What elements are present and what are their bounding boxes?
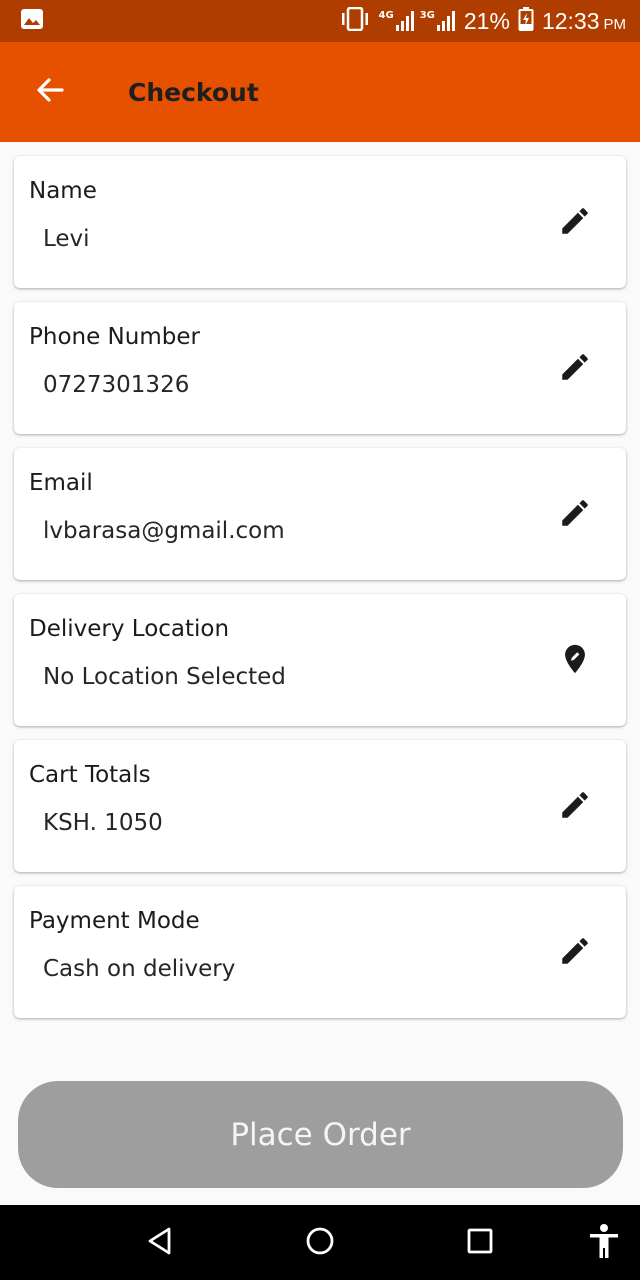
name-card: Name Levi [14, 156, 626, 288]
name-label: Name [29, 178, 97, 204]
checkout-screen: 4G 3G 21% 12:33 PM Checkout Name Levi Ph… [0, 0, 640, 1280]
network-type-4g: 4G [378, 10, 394, 21]
edit-name-button[interactable] [554, 202, 596, 244]
system-nav-bar [0, 1205, 640, 1280]
signal-icon: 4G 3G [379, 10, 456, 32]
vibrate-icon [339, 6, 371, 35]
edit-email-button[interactable] [554, 494, 596, 536]
clock-time: 12:33 [541, 7, 600, 34]
name-value: Levi [43, 226, 90, 252]
battery-charging-icon [518, 7, 534, 35]
location-pin-icon [558, 642, 592, 680]
edit-payment-mode-button[interactable] [554, 932, 596, 974]
edit-phone-button[interactable] [554, 348, 596, 390]
payment-mode-card: Payment Mode Cash on delivery [14, 886, 626, 1018]
select-location-button[interactable] [554, 640, 596, 682]
network-type-3g: 3G [419, 10, 435, 21]
cart-totals-value: KSH. 1050 [43, 810, 163, 836]
clock-ampm: PM [603, 15, 627, 33]
delivery-location-label: Delivery Location [29, 616, 230, 642]
nav-home-button[interactable] [300, 1223, 340, 1263]
pencil-icon [558, 204, 592, 242]
arrow-left-icon [34, 74, 66, 110]
back-button[interactable] [20, 62, 80, 122]
edit-cart-totals-button[interactable] [554, 786, 596, 828]
phone-card: Phone Number 0727301326 [14, 302, 626, 434]
app-bar: Checkout [0, 42, 640, 142]
email-label: Email [29, 470, 93, 496]
email-value: lvbarasa@gmail.com [43, 518, 285, 544]
phone-value: 0727301326 [43, 372, 190, 398]
payment-mode-label: Payment Mode [29, 908, 200, 934]
home-circle-icon [305, 1226, 335, 1260]
pencil-icon [558, 788, 592, 826]
image-icon [20, 8, 44, 34]
phone-label: Phone Number [29, 324, 200, 350]
checkout-fields: Name Levi Phone Number 0727301326 Email … [14, 156, 626, 1032]
delivery-location-value: No Location Selected [43, 664, 286, 690]
pencil-icon [558, 934, 592, 972]
back-triangle-icon [146, 1226, 174, 1260]
delivery-location-card: Delivery Location No Location Selected [14, 594, 626, 726]
email-card: Email lvbarasa@gmail.com [14, 448, 626, 580]
payment-mode-value: Cash on delivery [43, 956, 236, 982]
cart-totals-label: Cart Totals [29, 762, 151, 788]
accessibility-icon [587, 1223, 621, 1263]
status-bar: 4G 3G 21% 12:33 PM [0, 0, 640, 42]
clock: 12:33 PM [542, 8, 626, 35]
cart-totals-card: Cart Totals KSH. 1050 [14, 740, 626, 872]
pencil-icon [558, 350, 592, 388]
page-title: Checkout [128, 77, 259, 107]
battery-percent: 21% [463, 7, 510, 34]
nav-back-button[interactable] [140, 1223, 180, 1263]
nav-recents-button[interactable] [460, 1223, 500, 1263]
recents-square-icon [467, 1228, 493, 1258]
accessibility-button[interactable] [584, 1223, 624, 1263]
place-order-button[interactable]: Place Order [18, 1081, 623, 1188]
pencil-icon [558, 496, 592, 534]
